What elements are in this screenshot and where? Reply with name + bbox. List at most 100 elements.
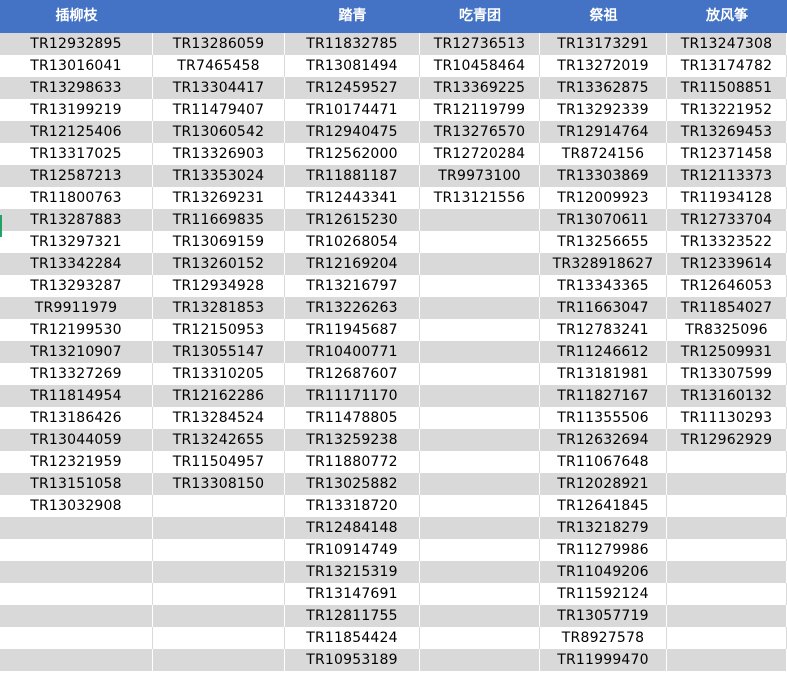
table-cell[interactable]: TR10174471 (285, 99, 420, 121)
table-cell[interactable]: TR13044059 (0, 429, 153, 451)
table-cell[interactable]: TR13259238 (285, 429, 420, 451)
table-cell[interactable]: TR13353024 (153, 165, 285, 187)
table-cell[interactable]: TR12562000 (285, 143, 420, 165)
table-cell[interactable]: TR10458464 (420, 55, 540, 77)
table-cell[interactable] (420, 253, 540, 275)
table-cell[interactable]: TR13025882 (285, 473, 420, 495)
table-cell[interactable]: TR13308150 (153, 473, 285, 495)
table-cell[interactable]: TR11999470 (540, 649, 667, 671)
table-cell[interactable]: TR12199530 (0, 319, 153, 341)
table-cell[interactable]: TR12733704 (667, 209, 787, 231)
header-cell-2[interactable] (153, 0, 285, 33)
table-cell[interactable]: TR12321959 (0, 451, 153, 473)
table-cell[interactable]: TR13284524 (153, 407, 285, 429)
table-cell[interactable]: TR8724156 (540, 143, 667, 165)
table-cell[interactable]: TR13081494 (285, 55, 420, 77)
table-cell[interactable] (420, 649, 540, 671)
table-cell[interactable] (0, 605, 153, 627)
table-cell[interactable] (667, 451, 787, 473)
table-cell[interactable]: TR13173291 (540, 33, 667, 55)
table-cell[interactable] (153, 561, 285, 583)
table-cell[interactable]: TR12443341 (285, 187, 420, 209)
table-cell[interactable]: TR11592124 (540, 583, 667, 605)
table-cell[interactable] (420, 605, 540, 627)
table-cell[interactable] (153, 517, 285, 539)
table-cell[interactable]: TR11663047 (540, 297, 667, 319)
header-cell-5[interactable]: 祭祖 (540, 0, 667, 33)
table-cell[interactable] (667, 649, 787, 671)
table-cell[interactable] (420, 583, 540, 605)
table-cell[interactable]: TR13055147 (153, 341, 285, 363)
table-cell[interactable]: TR11504957 (153, 451, 285, 473)
table-cell[interactable]: TR13060542 (153, 121, 285, 143)
table-cell[interactable]: TR12028921 (540, 473, 667, 495)
table-cell[interactable]: TR12646053 (667, 275, 787, 297)
table-cell[interactable]: TR12632694 (540, 429, 667, 451)
table-cell[interactable]: TR13297321 (0, 231, 153, 253)
table-cell[interactable]: TR13151058 (0, 473, 153, 495)
table-cell[interactable]: TR13218279 (540, 517, 667, 539)
table-cell[interactable] (420, 231, 540, 253)
table-cell[interactable] (667, 539, 787, 561)
table-cell[interactable] (153, 583, 285, 605)
table-cell[interactable] (153, 495, 285, 517)
table-cell[interactable] (420, 297, 540, 319)
table-cell[interactable]: TR12009923 (540, 187, 667, 209)
table-cell[interactable] (153, 605, 285, 627)
table-cell[interactable]: TR13304417 (153, 77, 285, 99)
table-cell[interactable]: TR13160132 (667, 385, 787, 407)
table-cell[interactable]: TR13269231 (153, 187, 285, 209)
table-cell[interactable]: TR11881187 (285, 165, 420, 187)
table-cell[interactable]: TR9911979 (0, 297, 153, 319)
table-cell[interactable]: TR10953189 (285, 649, 420, 671)
table-cell[interactable]: TR13210907 (0, 341, 153, 363)
table-cell[interactable] (420, 451, 540, 473)
table-cell[interactable]: TR13147691 (285, 583, 420, 605)
table-cell[interactable]: TR13298633 (0, 77, 153, 99)
table-cell[interactable] (420, 517, 540, 539)
table-cell[interactable] (667, 495, 787, 517)
table-cell[interactable]: TR12687607 (285, 363, 420, 385)
table-cell[interactable]: TR11854027 (667, 297, 787, 319)
table-cell[interactable]: TR11479407 (153, 99, 285, 121)
header-cell-4[interactable]: 吃青团 (420, 0, 540, 33)
table-cell[interactable]: TR12720284 (420, 143, 540, 165)
header-cell-1[interactable]: 插柳枝 (0, 0, 153, 33)
table-cell[interactable]: TR12587213 (0, 165, 153, 187)
table-cell[interactable]: TR10400771 (285, 341, 420, 363)
table-cell[interactable]: TR8927578 (540, 627, 667, 649)
table-cell[interactable]: TR11478805 (285, 407, 420, 429)
table-cell[interactable]: TR13070611 (540, 209, 667, 231)
table-cell[interactable] (0, 583, 153, 605)
table-cell[interactable] (153, 539, 285, 561)
table-cell[interactable] (420, 341, 540, 363)
table-cell[interactable] (420, 495, 540, 517)
table-cell[interactable]: TR11814954 (0, 385, 153, 407)
table-cell[interactable] (0, 649, 153, 671)
table-cell[interactable]: TR12119799 (420, 99, 540, 121)
table-cell[interactable]: TR328918627 (540, 253, 667, 275)
table-cell[interactable] (0, 517, 153, 539)
table-cell[interactable]: TR13215319 (285, 561, 420, 583)
table-cell[interactable]: TR13287883 (0, 209, 153, 231)
table-cell[interactable] (420, 561, 540, 583)
table-cell[interactable]: TR12459527 (285, 77, 420, 99)
table-cell[interactable]: TR12113373 (667, 165, 787, 187)
table-cell[interactable]: TR12169204 (285, 253, 420, 275)
table-cell[interactable]: TR13256655 (540, 231, 667, 253)
table-cell[interactable]: TR13281853 (153, 297, 285, 319)
table-cell[interactable]: TR13342284 (0, 253, 153, 275)
table-cell[interactable]: TR10268054 (285, 231, 420, 253)
table-cell[interactable]: TR12125406 (0, 121, 153, 143)
table-cell[interactable]: TR13221952 (667, 99, 787, 121)
table-cell[interactable]: TR12932895 (0, 33, 153, 55)
table-cell[interactable]: TR13369225 (420, 77, 540, 99)
table-cell[interactable]: TR11827167 (540, 385, 667, 407)
table-cell[interactable] (420, 429, 540, 451)
table-cell[interactable]: TR11279986 (540, 539, 667, 561)
table-cell[interactable]: TR13057719 (540, 605, 667, 627)
table-cell[interactable]: TR9973100 (420, 165, 540, 187)
table-cell[interactable] (420, 473, 540, 495)
table-cell[interactable]: TR13326903 (153, 143, 285, 165)
table-cell[interactable]: TR12509931 (667, 341, 787, 363)
